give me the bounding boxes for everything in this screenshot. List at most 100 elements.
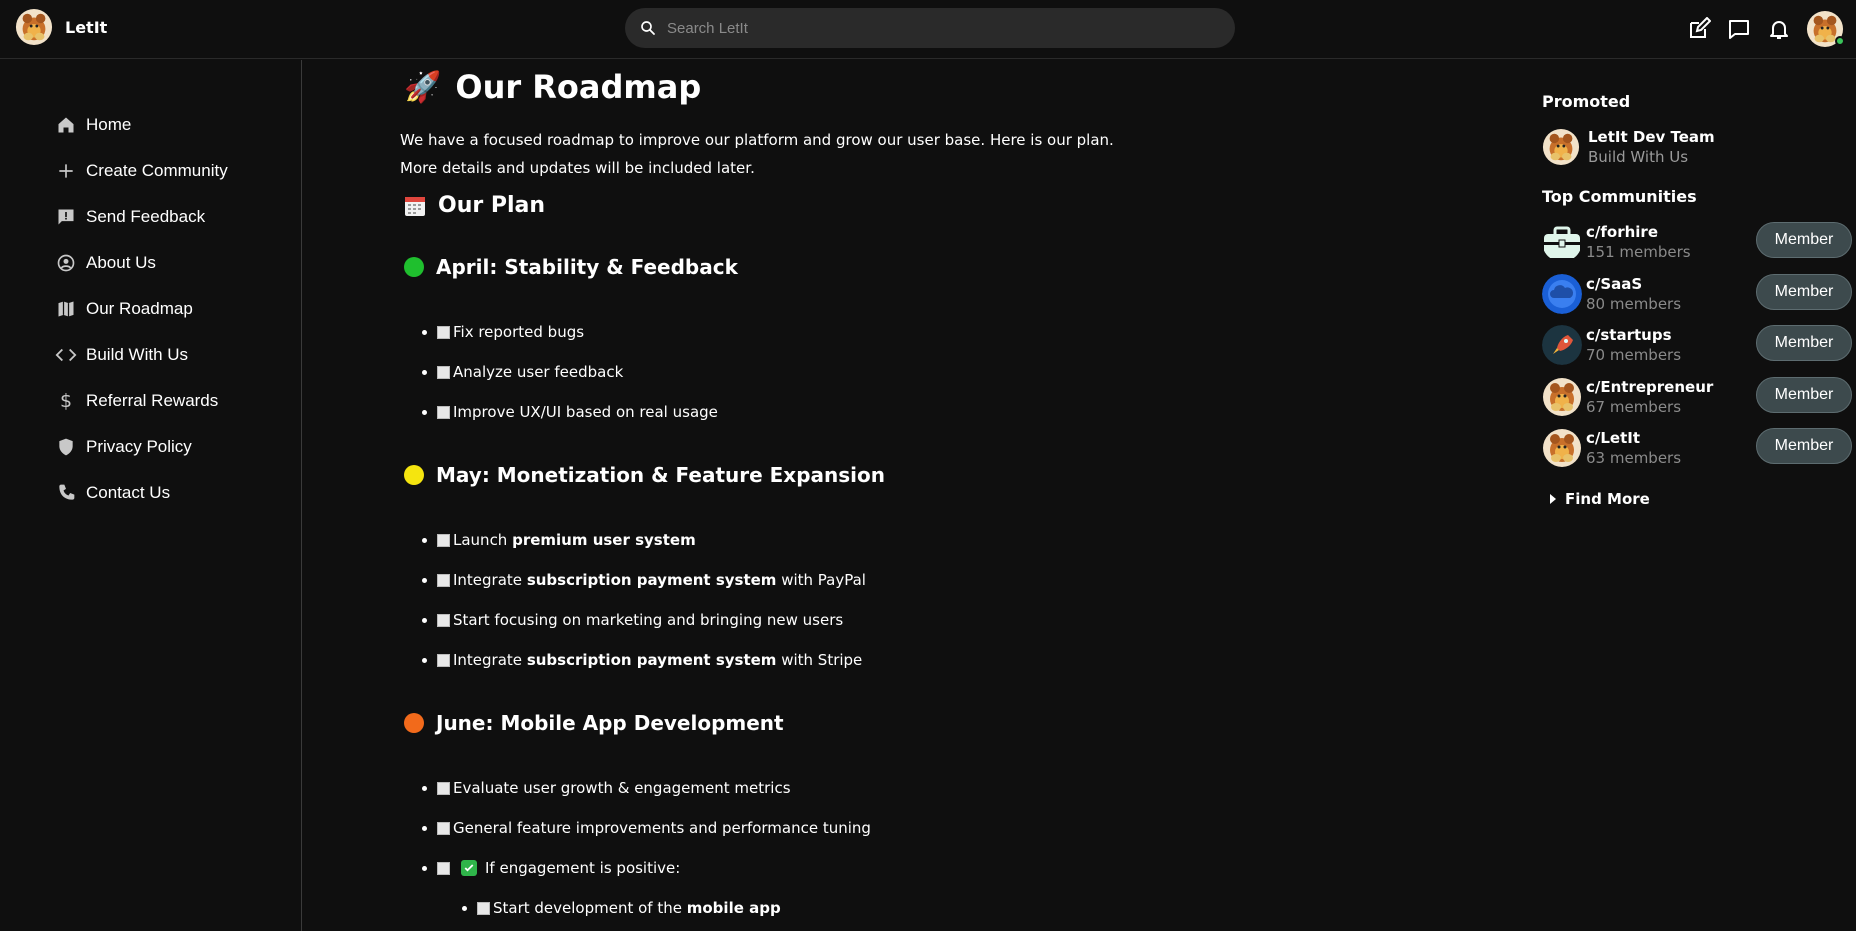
checkbox[interactable] (437, 573, 450, 587)
yellow-circle-icon (404, 465, 424, 485)
sidebar-item-contact-us[interactable]: Contact Us (55, 478, 170, 508)
top-communities-title: Top Communities (1542, 187, 1697, 206)
checkbox[interactable] (437, 365, 450, 379)
plan-heading: Our Plan (404, 193, 545, 218)
edit-icon[interactable] (1686, 16, 1712, 42)
list-item-nested: Start development of the mobile app (462, 899, 781, 917)
account-circle-icon (55, 252, 77, 274)
promoted-card[interactable]: LetIt Dev Team Build With Us (1542, 128, 1715, 166)
section-heading-june: June: Mobile App Development (404, 711, 784, 735)
list-item: Launch premium user system (422, 531, 696, 549)
plus-icon (55, 160, 77, 182)
list-item: Analyze user feedback (422, 363, 623, 381)
member-button[interactable]: Member (1756, 325, 1852, 361)
member-button[interactable]: Member (1756, 377, 1852, 413)
code-icon (55, 344, 77, 366)
community-members: 67 members (1586, 398, 1682, 416)
checkbox[interactable] (437, 781, 450, 795)
checkbox[interactable] (437, 325, 450, 339)
cloud-icon (1542, 274, 1582, 314)
top-bar: LetIt (0, 0, 1856, 59)
checkbox[interactable] (437, 613, 450, 627)
search-bar[interactable] (625, 8, 1235, 48)
promoted-title: Promoted (1542, 92, 1631, 111)
page-title-text: Our Roadmap (455, 68, 702, 106)
section-heading-april: April: Stability & Feedback (404, 255, 738, 279)
briefcase-icon (1544, 226, 1580, 258)
phone-icon (55, 482, 77, 504)
sidebar-item-label: Send Feedback (86, 207, 206, 226)
chat-icon[interactable] (1726, 16, 1752, 42)
checkbox[interactable] (437, 653, 450, 667)
sidebar-item-build-with-us[interactable]: Build With Us (55, 340, 188, 370)
user-avatar[interactable] (1806, 10, 1845, 48)
checkbox[interactable] (437, 861, 450, 875)
orange-circle-icon (404, 713, 424, 733)
caret-right-icon (1550, 494, 1556, 504)
list-item: If engagement is positive: (422, 859, 680, 877)
community-item[interactable]: c/LetIt 63 members Member (1542, 426, 1852, 470)
intro-line: We have a focused roadmap to improve our… (400, 131, 1114, 149)
promoted-subtitle: Build With Us (1588, 148, 1689, 166)
checkbox[interactable] (477, 901, 490, 915)
find-more-link[interactable]: Find More (1550, 490, 1650, 508)
app-name: LetIt (65, 17, 108, 37)
section-title: April: Stability & Feedback (436, 255, 738, 279)
page-title: 🚀 Our Roadmap (404, 68, 701, 106)
letit-logo-icon (1542, 128, 1580, 166)
online-status-dot (1835, 36, 1845, 46)
letit-logo-icon (1542, 377, 1582, 417)
sidebar-item-create-community[interactable]: Create Community (55, 156, 228, 186)
community-item[interactable]: c/Entrepreneur 67 members Member (1542, 375, 1852, 419)
list-item: Evaluate user growth & engagement metric… (422, 779, 791, 797)
rocket-icon: 🚀 (404, 70, 442, 104)
shield-icon (55, 436, 77, 458)
member-button[interactable]: Member (1756, 222, 1852, 258)
sidebar-item-label: Home (86, 115, 132, 134)
community-name[interactable]: c/forhire (1586, 223, 1691, 241)
search-input[interactable] (667, 19, 1207, 37)
sidebar-item-label: Contact Us (86, 483, 171, 502)
list-item: Integrate subscription payment system wi… (422, 571, 866, 589)
sidebar-item-privacy-policy[interactable]: Privacy Policy (55, 432, 192, 462)
checkbox[interactable] (437, 821, 450, 835)
letit-logo-icon (1542, 428, 1582, 468)
check-mark-icon (461, 860, 477, 876)
member-button[interactable]: Member (1756, 274, 1852, 310)
bell-icon[interactable] (1766, 16, 1792, 42)
plan-heading-text: Our Plan (438, 193, 546, 218)
letit-logo-icon (15, 8, 53, 46)
sidebar-item-our-roadmap[interactable]: Our Roadmap (55, 294, 193, 324)
sidebar-item-label: Our Roadmap (86, 299, 193, 318)
community-name[interactable]: c/Entrepreneur (1586, 378, 1713, 396)
sidebar-item-send-feedback[interactable]: Send Feedback (55, 202, 205, 232)
calendar-icon (405, 196, 425, 216)
feedback-icon (55, 206, 77, 228)
sidebar: Home Create Community Send Feedback Abou… (0, 60, 302, 931)
sidebar-item-home[interactable]: Home (55, 110, 131, 140)
list-item: Fix reported bugs (422, 323, 584, 341)
community-name[interactable]: c/LetIt (1586, 429, 1681, 447)
sidebar-item-label: Build With Us (86, 345, 189, 364)
sidebar-item-label: Create Community (86, 161, 228, 180)
list-item: Integrate subscription payment system wi… (422, 651, 862, 669)
community-members: 70 members (1586, 346, 1682, 364)
list-item: Start focusing on marketing and bringing… (422, 611, 843, 629)
brand[interactable]: LetIt (15, 8, 107, 46)
community-name[interactable]: c/SaaS (1586, 275, 1681, 293)
member-button[interactable]: Member (1756, 428, 1852, 464)
sidebar-item-label: About Us (86, 253, 156, 272)
checkbox[interactable] (437, 405, 450, 419)
checkbox[interactable] (437, 533, 450, 547)
sidebar-item-referral-rewards[interactable]: $ Referral Rewards (55, 386, 218, 416)
community-item[interactable]: c/forhire 151 members Member (1542, 220, 1852, 264)
community-item[interactable]: c/startups 70 members Member (1542, 323, 1852, 367)
home-icon (55, 114, 77, 136)
intro-text: We have a focused roadmap to improve our… (400, 126, 1114, 182)
search-icon (641, 21, 655, 35)
community-name[interactable]: c/startups (1586, 326, 1681, 344)
section-title: June: Mobile App Development (436, 711, 784, 735)
sidebar-item-about-us[interactable]: About Us (55, 248, 156, 278)
community-members: 63 members (1586, 449, 1682, 467)
community-item[interactable]: c/SaaS 80 members Member (1542, 272, 1852, 316)
